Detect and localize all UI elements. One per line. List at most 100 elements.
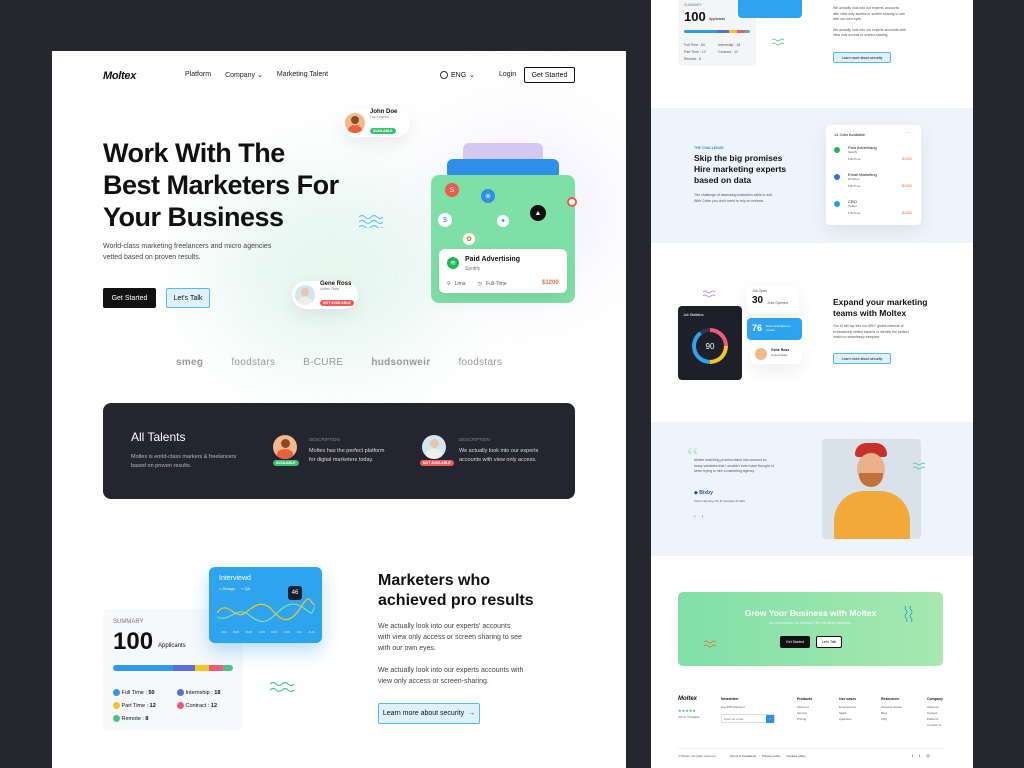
gauge-chart: 90 (692, 328, 728, 364)
tick-label: JUL (296, 630, 302, 634)
person-name: Gene Ross (771, 348, 790, 352)
status-badge: AVAILABLE (273, 460, 299, 466)
tick-label: APR (258, 630, 265, 634)
login-link[interactable]: Login (499, 71, 516, 78)
hero-subtitle-line: World-class marketing freelancers and mi… (103, 243, 272, 250)
legal-link[interactable]: Privacy policy (762, 754, 780, 758)
arrow-left-icon[interactable]: ‹ (694, 514, 696, 520)
copyright-text: © Moltex. All rights reserved (678, 754, 716, 758)
stat-label: Full Time (121, 690, 144, 696)
email-input[interactable] (722, 716, 766, 721)
results-heading-line: Marketers who (378, 572, 491, 589)
location-icon: ⚲ (447, 281, 451, 287)
job-company: Spotify (848, 150, 858, 154)
wave-decoration-icon (913, 462, 926, 470)
footer-logo[interactable]: Moltex (678, 696, 697, 702)
rating-text: 4.8 on Trustpilot (678, 715, 700, 719)
footer-link[interactable]: FAQ (881, 716, 905, 722)
chevron-down-icon: ⌄ (256, 72, 263, 79)
learn-more-security-button[interactable]: Learn more about security (833, 353, 891, 364)
app-logo-icon: ✿ (463, 233, 475, 245)
get-started-nav-button[interactable]: Get Started (524, 67, 575, 83)
button-label: Learn more about security (382, 710, 465, 717)
hero-subtitle-line: vetted based on proven results. (103, 254, 201, 261)
wave-decoration-icon (359, 214, 383, 228)
job-card-main[interactable]: S ✳ $ ✦ ▲ ✿ ≋ Paid Advertising Spotify ⚲… (431, 175, 577, 303)
status-badge: AVAILABLE (370, 128, 396, 134)
interview-chart-card[interactable]: Interviewd ● Design ● QA 46 JAN FEB MAR APR… (209, 567, 322, 643)
summary-progress-bar (113, 665, 233, 671)
testimonial-photo (822, 439, 921, 539)
twitter-icon[interactable]: t (919, 753, 920, 758)
learn-more-security-button[interactable]: Learn more about security → (378, 703, 480, 724)
job-price: $1000 (902, 184, 912, 188)
brand-logo[interactable]: Moltex (103, 70, 136, 82)
lets-talk-button[interactable]: Let's Talk (816, 636, 842, 648)
footer-link[interactable]: Contact us (927, 722, 949, 728)
send-arrow-icon[interactable]: › (766, 714, 774, 723)
nav-company-label: Company (225, 72, 256, 79)
rating-stars-icon: ★★★★★ (678, 708, 696, 713)
text-line: We actually look into our experts' accou… (833, 6, 900, 10)
profile-card-gene[interactable]: Gene Ross United State NOT AVAILABLE (292, 281, 358, 309)
stat-value: 12 (149, 703, 156, 709)
logo-foodstars: foodstars (458, 357, 503, 368)
app-logo-icon: $ (438, 213, 452, 227)
results-heading-line: achieved pro results (378, 592, 534, 609)
results-paragraph-line: view only access or screen-sharing. (378, 678, 489, 685)
chart-x-axis: JAN FEB MAR APR MAY JUN JUL AUG (221, 630, 315, 634)
stat-item: Contract : 12 (718, 50, 739, 54)
main-nav: Platform Company ⌄ Marketing Talent (185, 71, 328, 79)
profile-location: United State (320, 287, 340, 291)
job-type: Full-Time (848, 184, 861, 188)
nav-platform[interactable]: Platform (185, 71, 211, 79)
challenge-text: The challenge of assessing marketers ski… (694, 193, 773, 204)
summary-unit: Applicants (709, 17, 726, 21)
candidates-card: 76 New candidates to review (747, 318, 802, 340)
talents-desc-line: Moltex is eorld-class markers & freelanc… (131, 454, 237, 460)
learn-more-security-button[interactable]: Learn more about security (833, 52, 891, 63)
legend-dot (177, 689, 184, 697)
spotify-icon (834, 147, 840, 153)
footer-column-title: Resources (881, 697, 899, 701)
jobs-available-card: 14 Jobs Available ··· Paid Advertising S… (826, 125, 921, 225)
results-paragraph-line: We actually look into our experts' accou… (378, 623, 511, 630)
language-selector[interactable]: ENG ⌄ (440, 71, 475, 79)
landing-page-continuation: SUMMARY 100 Applicants Full Time : 50 Pa… (651, 0, 973, 768)
testimonial-section: “ Moltex matching process takes into acc… (651, 422, 973, 556)
challenge-label: THE CHALLENGE (694, 146, 724, 150)
nav-company[interactable]: Company ⌄ (225, 71, 263, 79)
profile-card-john[interactable]: John Doe Los Angeles AVAILABLE (342, 109, 410, 137)
arrow-right-icon[interactable]: › (702, 514, 704, 520)
footer-link[interactable]: Agencies (839, 716, 859, 722)
summary-stats: Internship : 18 Contract : 12 (718, 42, 740, 56)
get-started-button[interactable]: Get Started (103, 288, 156, 308)
get-started-button[interactable]: Get Started (780, 636, 810, 648)
tick-label: FEB (233, 630, 240, 634)
stat-value: 8 (145, 716, 149, 722)
job-listing-card[interactable]: ≋ Paid Advertising Spotify ⚲ Lima ◷ Full-T… (439, 249, 567, 293)
more-icon[interactable]: ··· (906, 130, 911, 136)
summary-label: SUMMARY (684, 3, 702, 7)
job-open-card: Job Open 30 Jobs Opened (747, 286, 799, 314)
logo-smeg: smeg (176, 357, 204, 368)
legal-link[interactable]: Terms & Conditions (730, 754, 756, 758)
app-logo-icon: ▲ (530, 205, 546, 221)
jobs-title: 14 Jobs Available (834, 132, 866, 137)
footer-column: Company About us Careers Partners Contac… (927, 697, 949, 728)
summary-label: SUMMARY (113, 619, 144, 625)
instagram-icon[interactable]: ◎ (926, 753, 930, 758)
stat-item: Remote : 8 (684, 57, 702, 61)
job-price: $1000 (902, 211, 912, 215)
footer-link[interactable]: Pricing (797, 716, 817, 722)
lets-talk-button[interactable]: Let's Talk (166, 288, 210, 308)
legal-link[interactable]: Cookies policy (786, 754, 805, 758)
hero-title: Work With The Best Marketers For Your Bu… (103, 137, 339, 233)
legend-label: Design (222, 586, 235, 591)
nav-marketing-talent[interactable]: Marketing Talent (277, 71, 328, 79)
company-logo: ◆ Bixby (694, 490, 713, 496)
testimonial-author: Victor Hanning, Ph.D. Founder & CEO (694, 499, 745, 503)
app-logo-icon: ✦ (497, 215, 509, 227)
all-talents-banner: All Talents Moltex is eorld-class marker… (103, 403, 575, 499)
facebook-icon[interactable]: f (912, 753, 913, 758)
